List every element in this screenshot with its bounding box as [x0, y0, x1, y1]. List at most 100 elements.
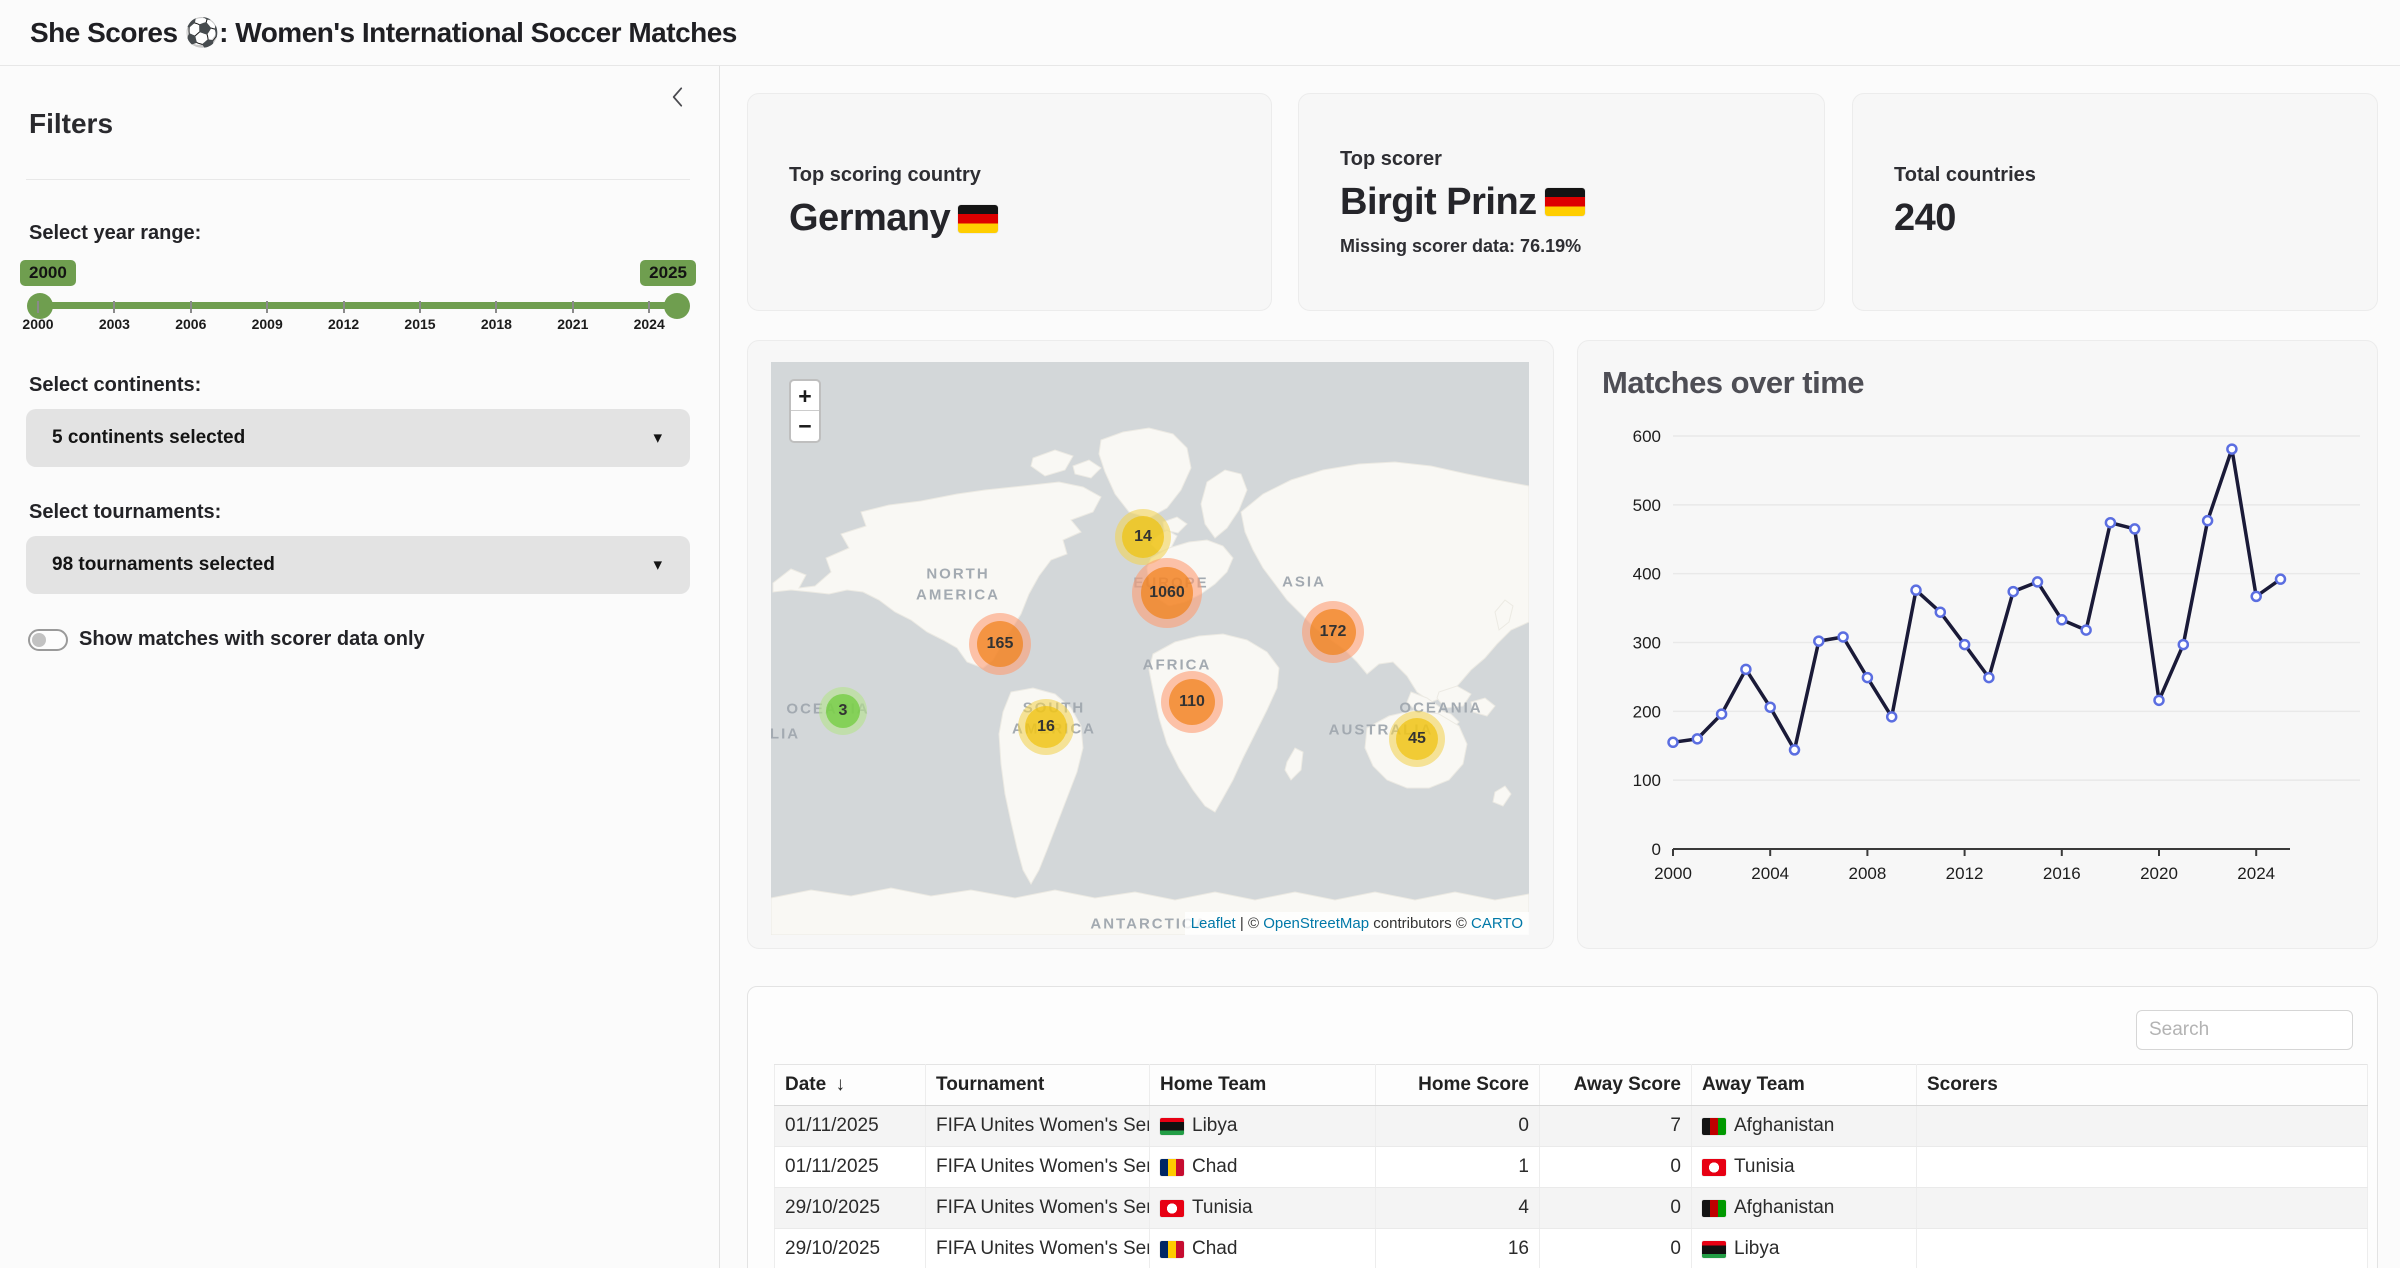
scorer-name: Birgit Prinz — [1340, 181, 1537, 224]
zoom-in-button[interactable]: + — [791, 381, 819, 411]
slider-tick-label: 2000 — [22, 316, 53, 332]
scorers-cell — [1917, 1147, 2368, 1188]
x-axis-tick-label: 2020 — [2140, 864, 2178, 883]
continents-dropdown[interactable]: 5 continents selected ▾ — [26, 409, 690, 467]
map-cluster-marker[interactable]: 45 — [1389, 711, 1445, 767]
data-point — [2203, 516, 2212, 525]
slider-tick-label: 2024 — [634, 316, 665, 332]
column-header-away-score[interactable]: Away Score — [1540, 1065, 1692, 1106]
world-map-graphic — [771, 362, 1529, 935]
date-cell: 29/10/2025 — [775, 1188, 926, 1229]
away-score-cell: 0 — [1540, 1147, 1692, 1188]
column-header-date[interactable]: Date ↓ — [775, 1065, 926, 1106]
y-axis-tick-label: 500 — [1633, 496, 1661, 515]
map-cluster-marker[interactable]: 110 — [1161, 671, 1223, 733]
x-axis-tick-label: 2024 — [2237, 864, 2275, 883]
data-point — [2130, 524, 2139, 533]
tournament-cell: FIFA Unites Women's Series — [926, 1147, 1150, 1188]
search-input[interactable] — [2136, 1010, 2353, 1050]
zoom-out-button[interactable]: − — [791, 411, 819, 441]
matches-line-series — [1673, 449, 2281, 750]
slider-tick-label: 2018 — [481, 316, 512, 332]
world-map[interactable]: NORTHAMERICAEUROPEASIAAFRICASOUTHAMERICA… — [771, 362, 1529, 935]
x-axis-tick-label: 2008 — [1848, 864, 1886, 883]
matches-over-time-card: Matches over time 0100200300400500600200… — [1577, 340, 2378, 949]
team-name: Tunisia — [1734, 1156, 1795, 1178]
cluster-count: 110 — [1169, 679, 1215, 725]
data-point — [1863, 673, 1872, 682]
team-name: Afghanistan — [1734, 1115, 1834, 1137]
team-cell: Chad — [1150, 1147, 1376, 1188]
column-header-scorers[interactable]: Scorers — [1917, 1065, 2368, 1106]
scorers-cell — [1917, 1106, 2368, 1147]
scorer-toggle-row: Show matches with scorer data only — [28, 628, 425, 651]
column-header-home-team[interactable]: Home Team — [1150, 1065, 1376, 1106]
slider-tick — [648, 301, 650, 313]
scorers-cell — [1917, 1229, 2368, 1268]
map-cluster-marker[interactable]: 1060 — [1132, 558, 1202, 628]
map-cluster-marker[interactable]: 3 — [819, 687, 867, 735]
card-title: Top scorer — [1340, 148, 1824, 171]
total-countries-card: Total countries 240 — [1852, 93, 2378, 311]
team-cell: Tunisia — [1150, 1188, 1376, 1229]
chad-flag-icon — [1160, 1159, 1184, 1176]
slider-handle-max[interactable] — [664, 293, 690, 319]
continents-label: Select continents: — [29, 374, 201, 397]
slider-tick — [266, 301, 268, 313]
team-cell: Libya — [1692, 1229, 1917, 1268]
team-cell: Afghanistan — [1692, 1188, 1917, 1229]
map-region-label: AMERICA — [916, 587, 1000, 604]
libya-flag-icon — [1702, 1241, 1726, 1258]
data-point — [1814, 637, 1823, 646]
map-cluster-marker[interactable]: 172 — [1302, 601, 1364, 663]
data-point — [2179, 640, 2188, 649]
scorer-data-toggle[interactable] — [28, 629, 68, 651]
filters-heading: Filters — [29, 108, 113, 140]
cluster-count: 172 — [1310, 609, 1356, 655]
data-point — [1912, 586, 1921, 595]
tunisia-flag-icon — [1160, 1200, 1184, 1217]
collapse-sidebar-icon[interactable] — [665, 84, 691, 110]
y-axis-tick-label: 200 — [1633, 702, 1661, 721]
matches-table: Date ↓TournamentHome TeamHome ScoreAway … — [774, 1064, 2368, 1268]
map-region-label: LIA — [771, 726, 800, 743]
dashboard-page: She Scores ⚽: Women's International Socc… — [0, 0, 2400, 1268]
map-region-label: ASIA — [1282, 574, 1326, 591]
chevron-down-icon: ▾ — [653, 428, 662, 448]
sort-descending-icon: ↓ — [830, 1074, 845, 1095]
y-axis-tick-label: 300 — [1633, 634, 1661, 653]
slider-tick-label: 2021 — [557, 316, 588, 332]
data-point — [1669, 738, 1678, 747]
team-name: Chad — [1192, 1156, 1237, 1178]
slider-tick-label: 2006 — [175, 316, 206, 332]
app-header: She Scores ⚽: Women's International Socc… — [0, 0, 2400, 66]
country-name: Germany — [789, 197, 950, 240]
afghanistan-flag-icon — [1702, 1118, 1726, 1135]
slider-tick — [419, 301, 421, 313]
column-header-home-score[interactable]: Home Score — [1376, 1065, 1540, 1106]
slider-tick — [113, 301, 115, 313]
map-cluster-marker[interactable]: 16 — [1018, 699, 1074, 755]
tournaments-dropdown[interactable]: 98 tournaments selected ▾ — [26, 536, 690, 594]
carto-link[interactable]: CARTO — [1471, 915, 1523, 932]
cluster-count: 45 — [1396, 718, 1438, 760]
y-axis-tick-label: 600 — [1633, 427, 1661, 446]
year-min-badge: 2000 — [20, 260, 76, 286]
map-cluster-marker[interactable]: 14 — [1115, 509, 1171, 565]
column-header-tournament[interactable]: Tournament — [926, 1065, 1150, 1106]
openstreetmap-link[interactable]: OpenStreetMap — [1263, 915, 1369, 932]
table-row: 29/10/2025FIFA Unites Women's SeriesChad… — [775, 1229, 2368, 1268]
leaflet-link[interactable]: Leaflet — [1191, 915, 1236, 932]
total-countries-value: 240 — [1894, 197, 2377, 240]
matches-map-card: NORTHAMERICAEUROPEASIAAFRICASOUTHAMERICA… — [747, 340, 1554, 949]
y-axis-tick-label: 0 — [1652, 840, 1661, 859]
year-range-label: Select year range: — [29, 222, 201, 245]
tournaments-label: Select tournaments: — [29, 501, 221, 524]
slider-track[interactable] — [36, 302, 680, 309]
map-cluster-marker[interactable]: 165 — [969, 613, 1031, 675]
slider-tick-label: 2003 — [99, 316, 130, 332]
slider-tick-label: 2012 — [328, 316, 359, 332]
tournament-cell: FIFA Unites Women's Series — [926, 1106, 1150, 1147]
column-header-away-team[interactable]: Away Team — [1692, 1065, 1917, 1106]
data-point — [1741, 665, 1750, 674]
